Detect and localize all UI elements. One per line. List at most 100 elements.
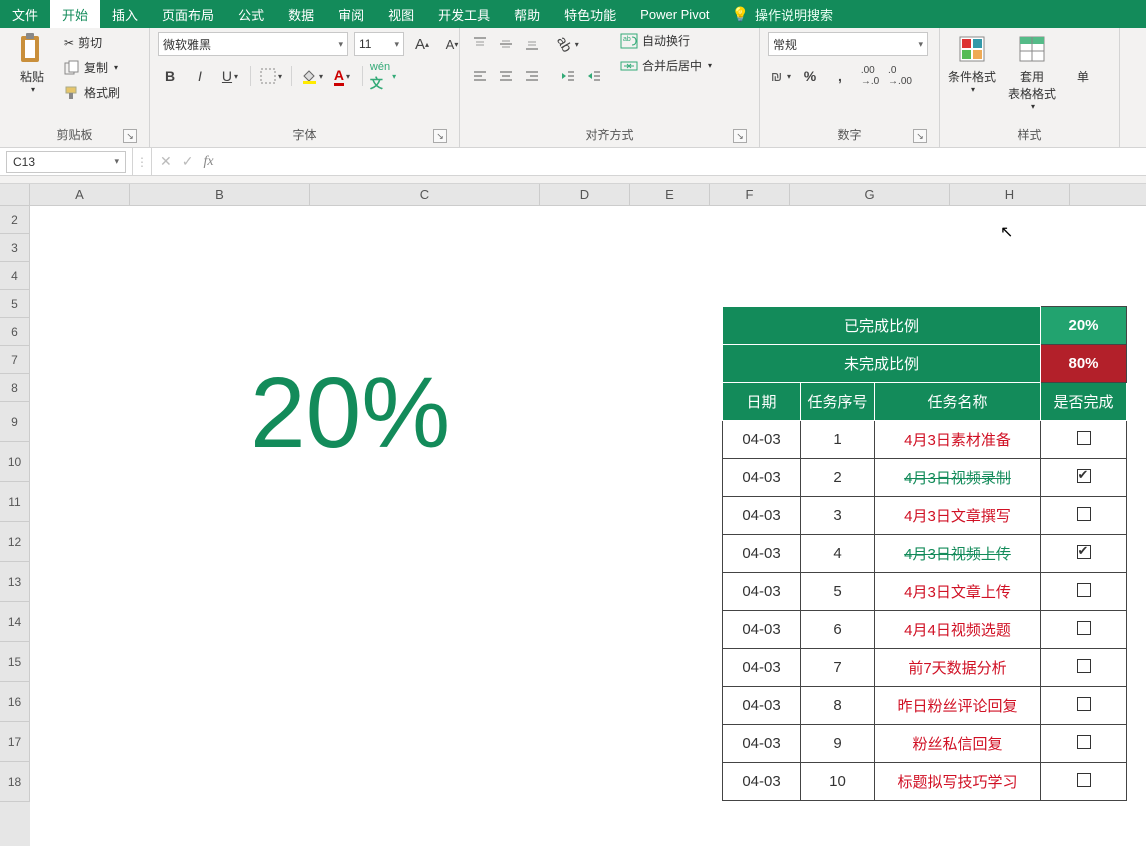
task-name[interactable]: 4月3日视频上传 [875, 535, 1041, 573]
task-seq[interactable]: 10 [801, 763, 875, 801]
align-center-button[interactable] [494, 64, 518, 88]
row-header-14[interactable]: 14 [0, 602, 30, 642]
decrease-indent-button[interactable] [556, 64, 580, 88]
checkbox[interactable] [1077, 583, 1091, 597]
row-header-15[interactable]: 15 [0, 642, 30, 682]
wrap-text-button[interactable]: ab 自动换行 [620, 32, 712, 49]
row-header-12[interactable]: 12 [0, 522, 30, 562]
row-header-2[interactable]: 2 [0, 206, 30, 234]
task-seq[interactable]: 2 [801, 459, 875, 497]
number-format-combo[interactable]: 常规▾ [768, 32, 928, 56]
task-done-cell[interactable] [1041, 497, 1127, 535]
percent-button[interactable]: % [798, 64, 822, 88]
task-name[interactable]: 4月3日素材准备 [875, 421, 1041, 459]
number-launcher[interactable]: ↘ [913, 129, 927, 143]
task-date[interactable]: 04-03 [723, 649, 801, 687]
task-name[interactable]: 昨日粉丝评论回复 [875, 687, 1041, 725]
col-header-B[interactable]: B [130, 184, 310, 205]
task-done-cell[interactable] [1041, 611, 1127, 649]
task-date[interactable]: 04-03 [723, 687, 801, 725]
task-done-cell[interactable] [1041, 535, 1127, 573]
col-header-H[interactable]: H [950, 184, 1070, 205]
col-header-D[interactable]: D [540, 184, 630, 205]
task-date[interactable]: 04-03 [723, 421, 801, 459]
checkbox[interactable] [1077, 507, 1091, 521]
font-name-combo[interactable]: 微软雅黑▾ [158, 32, 348, 56]
task-date[interactable]: 04-03 [723, 459, 801, 497]
col-header-C[interactable]: C [310, 184, 540, 205]
tab-Power Pivot[interactable]: Power Pivot [628, 0, 721, 28]
conditional-format-button[interactable]: 条件格式▾ [948, 32, 996, 94]
row-header-16[interactable]: 16 [0, 682, 30, 722]
row-header-7[interactable]: 7 [0, 346, 30, 374]
task-done-cell[interactable] [1041, 725, 1127, 763]
name-box[interactable]: C13▾ [6, 151, 126, 173]
fill-color-button[interactable]: ▾ [300, 64, 324, 88]
grow-font-button[interactable]: A▴ [410, 32, 434, 56]
task-seq[interactable]: 8 [801, 687, 875, 725]
task-done-cell[interactable] [1041, 687, 1127, 725]
task-date[interactable]: 04-03 [723, 611, 801, 649]
checkbox[interactable] [1077, 773, 1091, 787]
task-name[interactable]: 4月3日文章撰写 [875, 497, 1041, 535]
task-name[interactable]: 标题拟写技巧学习 [875, 763, 1041, 801]
tab-开始[interactable]: 开始 [50, 0, 100, 28]
task-seq[interactable]: 5 [801, 573, 875, 611]
task-done-cell[interactable] [1041, 421, 1127, 459]
task-seq[interactable]: 3 [801, 497, 875, 535]
cancel-icon[interactable]: ✕ [160, 153, 172, 170]
comma-button[interactable]: , [828, 64, 852, 88]
font-color-button[interactable]: A▾ [330, 64, 354, 88]
clipboard-launcher[interactable]: ↘ [123, 129, 137, 143]
task-seq[interactable]: 6 [801, 611, 875, 649]
underline-button[interactable]: U▾ [218, 64, 242, 88]
cells-area[interactable]: 20% 已完成比例 20% 未完成比例 80% 日期 任务序号 任务名称 是否完… [30, 206, 1146, 846]
formula-input[interactable] [224, 148, 1138, 175]
col-header-A[interactable]: A [30, 184, 130, 205]
phonetic-button[interactable]: wén文▾ [371, 64, 395, 88]
checkbox[interactable] [1077, 697, 1091, 711]
row-header-9[interactable]: 9 [0, 402, 30, 442]
task-date[interactable]: 04-03 [723, 573, 801, 611]
fx-icon[interactable]: fx [203, 154, 213, 170]
task-seq[interactable]: 4 [801, 535, 875, 573]
task-done-cell[interactable] [1041, 573, 1127, 611]
align-top-button[interactable] [468, 32, 492, 56]
font-size-combo[interactable]: 11▾ [354, 32, 404, 56]
task-seq[interactable]: 1 [801, 421, 875, 459]
row-header-5[interactable]: 5 [0, 290, 30, 318]
tab-开发工具[interactable]: 开发工具 [426, 0, 502, 28]
accounting-format-button[interactable]: ₪▾ [768, 64, 792, 88]
checkbox[interactable] [1077, 735, 1091, 749]
task-done-cell[interactable] [1041, 649, 1127, 687]
italic-button[interactable]: I [188, 64, 212, 88]
align-launcher[interactable]: ↘ [733, 129, 747, 143]
merge-center-button[interactable]: 合并后居中▾ [620, 57, 712, 74]
row-header-13[interactable]: 13 [0, 562, 30, 602]
cell-styles-button[interactable]: 单 [1068, 32, 1098, 85]
row-header-4[interactable]: 4 [0, 262, 30, 290]
align-left-button[interactable] [468, 64, 492, 88]
task-date[interactable]: 04-03 [723, 763, 801, 801]
copy-button[interactable]: 复制▾ [64, 59, 120, 76]
decrease-decimal-button[interactable]: .0→.00 [888, 64, 912, 88]
task-date[interactable]: 04-03 [723, 497, 801, 535]
task-name[interactable]: 4月3日视频录制 [875, 459, 1041, 497]
font-launcher[interactable]: ↘ [433, 129, 447, 143]
row-header-6[interactable]: 6 [0, 318, 30, 346]
row-header-8[interactable]: 8 [0, 374, 30, 402]
orientation-button[interactable]: ab▾ [556, 32, 580, 56]
align-right-button[interactable] [520, 64, 544, 88]
row-header-3[interactable]: 3 [0, 234, 30, 262]
tab-页面布局[interactable]: 页面布局 [150, 0, 226, 28]
tab-特色功能[interactable]: 特色功能 [552, 0, 628, 28]
task-name[interactable]: 4月4日视频选题 [875, 611, 1041, 649]
row-header-17[interactable]: 17 [0, 722, 30, 762]
task-date[interactable]: 04-03 [723, 725, 801, 763]
cut-button[interactable]: ✂ 剪切 [64, 34, 120, 51]
tab-帮助[interactable]: 帮助 [502, 0, 552, 28]
row-header-10[interactable]: 10 [0, 442, 30, 482]
confirm-icon[interactable]: ✓ [182, 153, 194, 170]
align-bottom-button[interactable] [520, 32, 544, 56]
checkbox[interactable] [1077, 431, 1091, 445]
